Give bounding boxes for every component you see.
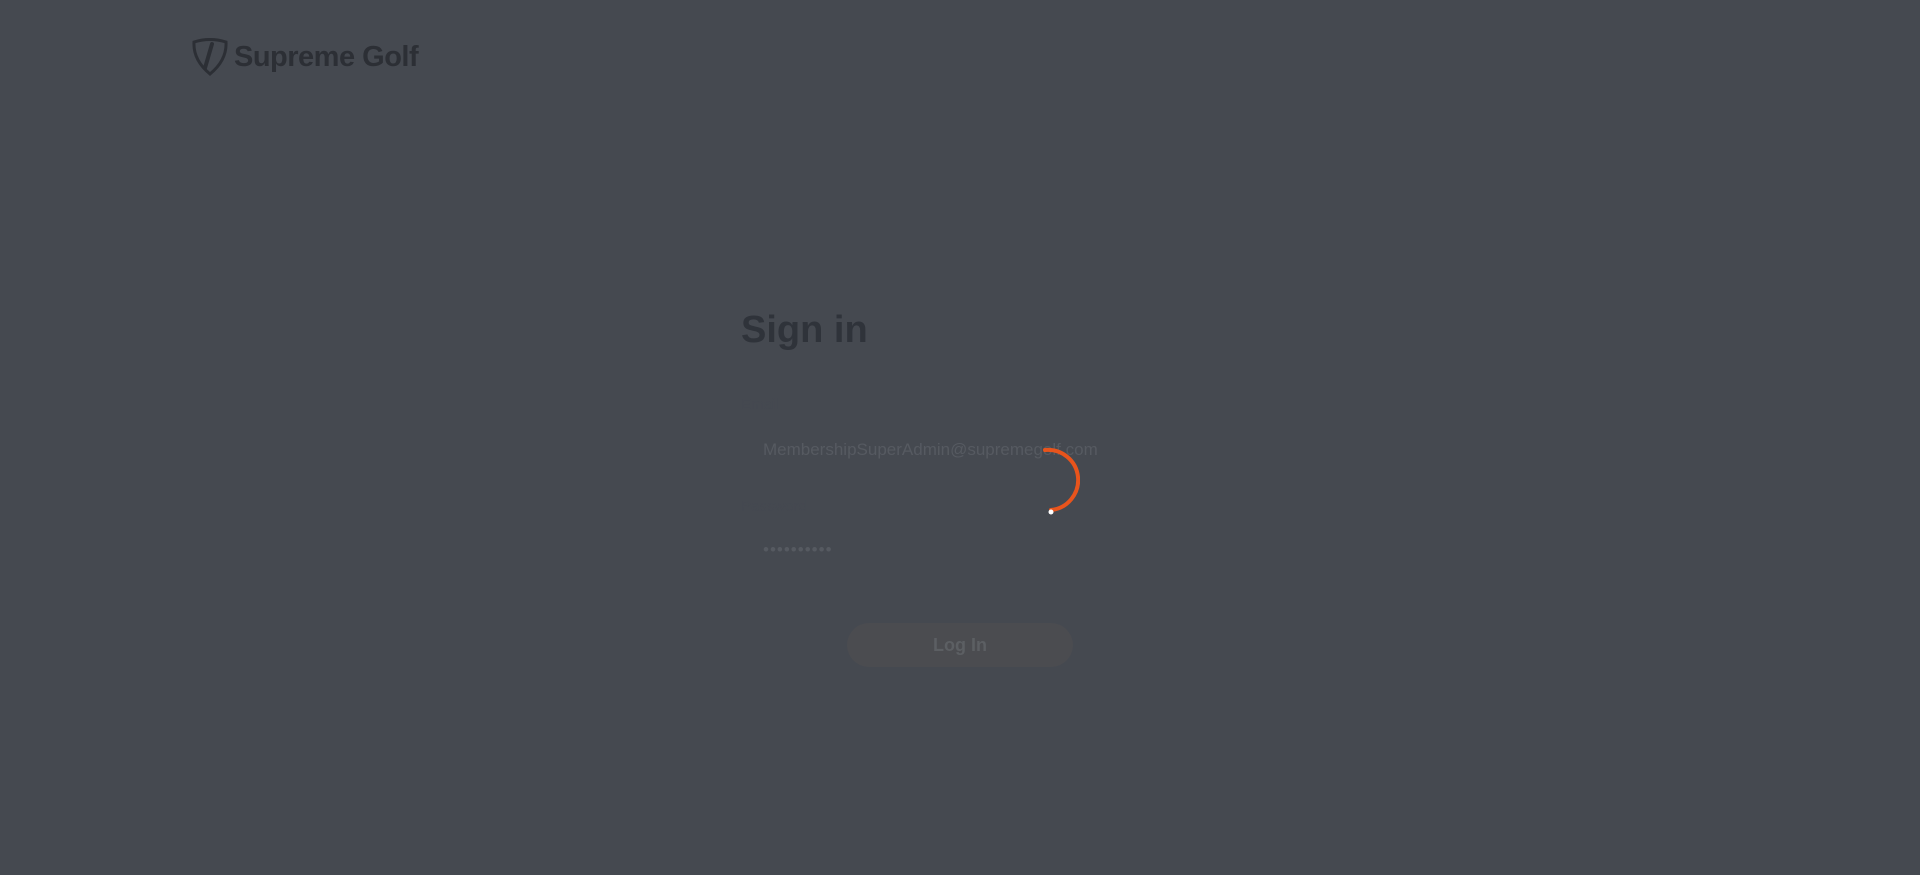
signin-form: Sign in Email MembershipSuperAdmin@supre…: [741, 300, 1181, 667]
brand-name: Supreme Golf: [234, 40, 419, 73]
login-page: Supreme Golf Sign in Email MembershipSup…: [0, 0, 1920, 875]
page-title: Sign in: [741, 309, 868, 351]
password-label: Password: [741, 498, 807, 515]
page-content: Supreme Golf Sign in Email MembershipSup…: [0, 0, 1920, 875]
email-label: Email: [741, 396, 779, 413]
password-field[interactable]: ••••••••••: [763, 540, 833, 560]
shield-logo-icon: [192, 38, 228, 76]
login-button[interactable]: Log In: [847, 623, 1073, 667]
brand-logo[interactable]: Supreme Golf: [190, 38, 419, 76]
loading-spinner-icon: [1043, 447, 1080, 515]
